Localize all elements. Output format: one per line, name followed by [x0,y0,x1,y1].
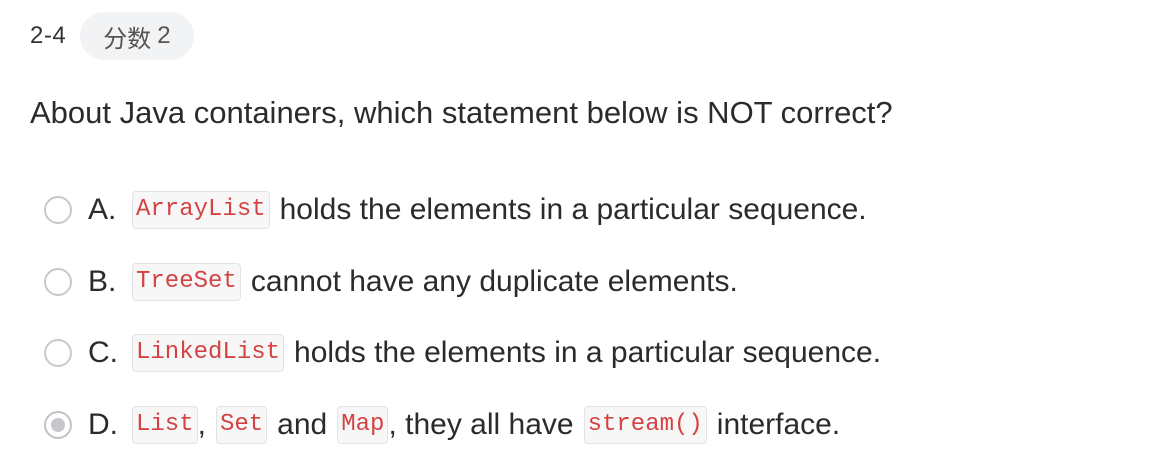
option-a-text: ArrayList holds the elements in a partic… [132,191,867,229]
option-d[interactable]: D. List , Set and Map , they all have st… [44,401,1144,449]
option-c-description: holds the elements in a particular seque… [294,336,882,369]
option-d-middle-text: , they all have [388,407,574,441]
option-d-text: List , Set and Map , they all have strea… [132,405,841,444]
code-linkedlist: LinkedList [132,334,285,372]
question-header: 2-4 分数 2 [30,12,194,60]
option-a-radio[interactable] [44,196,72,224]
option-d-letter: D. [88,407,118,441]
code-set: Set [215,405,268,444]
code-stream: stream() [583,405,707,444]
option-b-text: TreeSet cannot have any duplicate elemen… [132,262,738,301]
option-d-separator: , [197,407,206,441]
option-a-letter: A. [88,193,117,226]
score-label: 分数 [103,25,152,53]
option-b-radio[interactable] [44,267,72,296]
option-d-and: and [277,407,328,441]
code-map: Map [337,405,389,444]
option-b[interactable]: B. TreeSet cannot have any duplicate ele… [44,258,1144,306]
question-card: 2-4 分数 2 About Java containers, which st… [0,0,1164,456]
score-value: 2 [157,22,171,49]
question-text: About Java containers, which statement b… [30,95,893,130]
options-list: A. ArrayList holds the elements in a par… [44,186,1144,456]
option-c-letter: C. [88,336,118,369]
option-b-description: cannot have any duplicate elements. [250,264,738,298]
option-a[interactable]: A. ArrayList holds the elements in a par… [44,186,1144,234]
option-a-description: holds the elements in a particular seque… [279,193,867,226]
score-badge: 分数 2 [80,12,194,60]
code-treeset: TreeSet [132,262,241,301]
option-c-radio[interactable] [44,339,72,367]
question-number: 2-4 [30,22,67,49]
option-c-text: LinkedList holds the elements in a parti… [132,334,881,372]
option-b-letter: B. [88,264,117,298]
option-d-ending: interface. [716,407,841,441]
option-c[interactable]: C. LinkedList holds the elements in a pa… [44,329,1144,377]
code-list: List [132,405,198,444]
code-arraylist: ArrayList [132,191,270,229]
option-d-radio[interactable] [44,410,72,439]
